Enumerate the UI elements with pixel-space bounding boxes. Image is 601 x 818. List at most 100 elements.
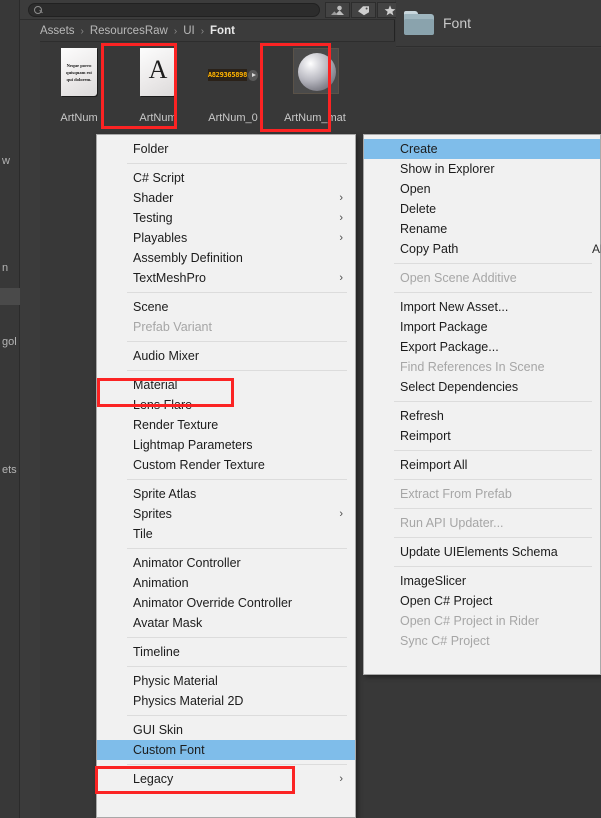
- menu-item-c-script[interactable]: C# Script: [97, 168, 355, 188]
- menu-item-label: Scene: [133, 300, 169, 314]
- font-glyph-preview: A: [148, 55, 168, 84]
- menu-item-label: Export Package...: [400, 340, 499, 354]
- menu-item-material[interactable]: Material: [97, 375, 355, 395]
- menu-item-timeline[interactable]: Timeline: [97, 642, 355, 662]
- menu-item-animator-override-controller[interactable]: Animator Override Controller: [97, 593, 355, 613]
- menu-item-label: Shader: [133, 191, 174, 205]
- menu-item-reimport[interactable]: Reimport: [364, 426, 600, 446]
- menu-item-legacy[interactable]: Legacy ›: [97, 769, 355, 789]
- menu-item-import-new-asset[interactable]: Import New Asset...: [364, 297, 600, 317]
- menu-item-custom-render-texture[interactable]: Custom Render Texture: [97, 455, 355, 475]
- filter-by-type-icon[interactable]: [325, 2, 350, 18]
- menu-item-label: Select Dependencies: [400, 380, 519, 394]
- menu-item-imageslicer[interactable]: ImageSlicer: [364, 571, 600, 591]
- menu-item-label: Update UIElements Schema: [400, 545, 558, 559]
- menu-item-sprite-atlas[interactable]: Sprite Atlas: [97, 484, 355, 504]
- menu-item-animator-controller[interactable]: Animator Controller: [97, 553, 355, 573]
- breadcrumb-item-assets[interactable]: Assets: [40, 25, 75, 37]
- atlas-digits-preview: 0A8293658987: [208, 69, 247, 81]
- menu-item-avatar-mask[interactable]: Avatar Mask: [97, 613, 355, 633]
- menu-item-label: Lens Flare: [133, 398, 193, 412]
- menu-item-open[interactable]: Open: [364, 179, 600, 199]
- menu-item-reimport-all[interactable]: Reimport All: [364, 455, 600, 475]
- asset-item[interactable]: ArtNum_mat: [281, 46, 349, 124]
- project-context-menu[interactable]: Create Show in Explorer Open Delete Rename Co…: [363, 134, 601, 675]
- menu-item-label: Find References In Scene: [400, 360, 545, 374]
- menu-item-create[interactable]: Create: [364, 139, 600, 159]
- menu-item-render-texture[interactable]: Render Texture: [97, 415, 355, 435]
- menu-item-select-dependencies[interactable]: Select Dependencies: [364, 377, 600, 397]
- menu-item-refresh[interactable]: Refresh: [364, 406, 600, 426]
- menu-item-open-c-project[interactable]: Open C# Project: [364, 591, 600, 611]
- menu-separator: [127, 292, 347, 293]
- menu-item-label: Reimport: [400, 429, 451, 443]
- chevron-right-icon: ›: [339, 508, 343, 520]
- menu-item-testing[interactable]: Testing ›: [97, 208, 355, 228]
- breadcrumb-separator-icon: ›: [200, 25, 205, 37]
- menu-item-gui-skin[interactable]: GUI Skin: [97, 720, 355, 740]
- asset-item[interactable]: A ArtNum: [124, 46, 192, 124]
- menu-item-shader[interactable]: Shader ›: [97, 188, 355, 208]
- menu-separator: [127, 764, 347, 765]
- left-strip-fragment: n: [2, 262, 9, 274]
- menu-item-scene[interactable]: Scene: [97, 297, 355, 317]
- menu-item-import-package[interactable]: Import Package: [364, 317, 600, 337]
- menu-item-folder[interactable]: Folder: [97, 139, 355, 159]
- menu-item-physics-material-2d[interactable]: Physics Material 2D: [97, 691, 355, 711]
- menu-separator: [127, 479, 347, 480]
- menu-separator: [394, 292, 592, 293]
- material-preview-box: [293, 48, 339, 94]
- menu-item-tile[interactable]: Tile: [97, 524, 355, 544]
- menu-item-open-c-project-in-rider: Open C# Project in Rider: [364, 611, 600, 631]
- menu-item-export-package[interactable]: Export Package...: [364, 337, 600, 357]
- menu-item-run-api-updater: Run API Updater...: [364, 513, 600, 533]
- search-input[interactable]: [28, 3, 320, 17]
- document-page-icon: Neque porro quisquam est qui dolorem.: [61, 48, 97, 96]
- asset-item[interactable]: Neque porro quisquam est qui dolorem. Ar…: [45, 46, 113, 124]
- menu-item-assembly-definition[interactable]: Assembly Definition: [97, 248, 355, 268]
- menu-item-playables[interactable]: Playables ›: [97, 228, 355, 248]
- menu-separator: [127, 163, 347, 164]
- menu-item-label: Open C# Project in Rider: [400, 614, 539, 628]
- menu-item-animation[interactable]: Animation: [97, 573, 355, 593]
- menu-separator: [394, 508, 592, 509]
- left-editor-strip: w n gol ets: [0, 0, 20, 818]
- breadcrumb-item-font[interactable]: Font: [210, 25, 235, 37]
- menu-item-sync-c-project: Sync C# Project: [364, 631, 600, 651]
- menu-item-label: Sync C# Project: [400, 634, 490, 648]
- material-sphere-icon: [298, 53, 336, 91]
- menu-item-audio-mixer[interactable]: Audio Mixer: [97, 346, 355, 366]
- filter-by-label-icon[interactable]: [351, 2, 376, 18]
- menu-item-label: Import New Asset...: [400, 300, 509, 314]
- menu-item-label: Reimport All: [400, 458, 468, 472]
- asset-label: ArtNum: [60, 112, 98, 124]
- menu-item-textmeshpro[interactable]: TextMeshPro ›: [97, 268, 355, 288]
- menu-item-delete[interactable]: Delete: [364, 199, 600, 219]
- menu-item-label: Testing: [133, 211, 173, 225]
- menu-item-label: Assembly Definition: [133, 251, 243, 265]
- chevron-right-icon: ›: [339, 272, 343, 284]
- atlas-strip-wrapper: 0A8293658987: [208, 68, 258, 82]
- menu-item-copy-path[interactable]: Copy Path Alt: [364, 239, 601, 259]
- breadcrumb-item-resourcesraw[interactable]: ResourcesRaw: [90, 25, 168, 37]
- menu-item-label: Tile: [133, 527, 153, 541]
- chevron-right-icon: ›: [339, 212, 343, 224]
- menu-separator: [394, 479, 592, 480]
- menu-item-label: Audio Mixer: [133, 349, 199, 363]
- menu-item-update-uielements-schema[interactable]: Update UIElements Schema: [364, 542, 600, 562]
- expand-arrow-icon[interactable]: [247, 69, 258, 81]
- menu-item-label: ImageSlicer: [400, 574, 466, 588]
- menu-item-lightmap-parameters[interactable]: Lightmap Parameters: [97, 435, 355, 455]
- menu-item-extract-from-prefab: Extract From Prefab: [364, 484, 600, 504]
- asset-item[interactable]: 0A8293658987 ArtNum_0: [199, 46, 267, 124]
- menu-separator: [127, 637, 347, 638]
- breadcrumb-item-ui[interactable]: UI: [183, 25, 195, 37]
- create-submenu[interactable]: Folder C# Script Shader › Testing › Playables ›…: [96, 134, 356, 818]
- menu-item-show-in-explorer[interactable]: Show in Explorer: [364, 159, 600, 179]
- menu-item-lens-flare[interactable]: Lens Flare: [97, 395, 355, 415]
- menu-item-physic-material[interactable]: Physic Material: [97, 671, 355, 691]
- menu-item-rename[interactable]: Rename: [364, 219, 600, 239]
- menu-item-custom-font[interactable]: Custom Font: [97, 740, 355, 760]
- inspector-title: Font: [443, 15, 472, 31]
- menu-item-sprites[interactable]: Sprites ›: [97, 504, 355, 524]
